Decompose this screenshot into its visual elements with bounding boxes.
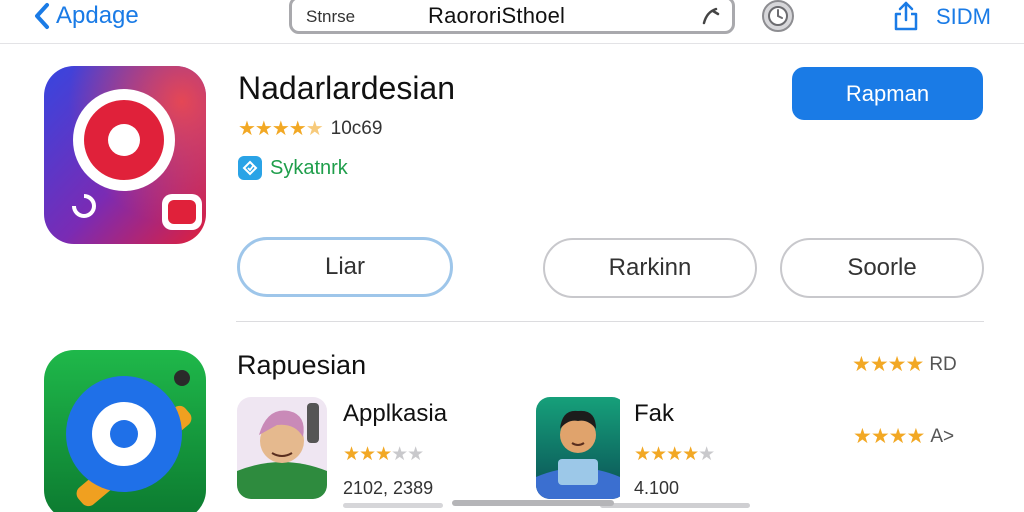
- app-title: Nadarlardesian: [238, 70, 456, 106]
- verified-icon: [238, 156, 262, 180]
- app-name[interactable]: Applkasia: [343, 400, 447, 428]
- tab-rarkinn[interactable]: Rarkinn: [543, 238, 757, 298]
- star-rating-icon: ★★★★: [852, 353, 924, 376]
- app-thumbnail[interactable]: [237, 397, 327, 499]
- section-rating-link[interactable]: ★★★★ RD: [852, 352, 957, 377]
- carousel-track: [343, 503, 443, 508]
- section-rating-link[interactable]: ★★★★ A>: [853, 424, 954, 449]
- search-field[interactable]: Stnrse RaororiSthoel: [289, 0, 735, 34]
- developer-name: Sykatnrk: [270, 156, 348, 179]
- history-icon[interactable]: [760, 0, 796, 34]
- carousel-scrollbar[interactable]: [452, 500, 614, 506]
- section-divider: [236, 321, 984, 322]
- back-button[interactable]: Apdage: [32, 2, 139, 30]
- developer-link[interactable]: Sykatnrk: [238, 156, 348, 180]
- tab-soorle[interactable]: Soorle: [780, 238, 984, 298]
- target-app-icon[interactable]: [44, 350, 206, 512]
- edit-icon[interactable]: [700, 5, 722, 27]
- carousel-track: [600, 503, 750, 508]
- back-label: Apdage: [56, 2, 139, 29]
- chevron-left-icon: [35, 3, 49, 29]
- star-rating-icon: ★★★★: [853, 425, 925, 448]
- sign-in-link[interactable]: SIDM: [936, 4, 991, 30]
- star-rating-icon: ★★★★★: [634, 444, 715, 465]
- tab-liar[interactable]: Liar: [237, 237, 453, 297]
- search-query: RaororiSthoel: [428, 3, 566, 28]
- app-rating: ★★★★★ 10c69: [238, 116, 382, 141]
- rating-more-label: RD: [929, 353, 957, 375]
- get-app-button[interactable]: Rapman: [792, 67, 983, 120]
- rating-count: 4.100: [634, 478, 680, 498]
- star-rating-icon: ★★★★★: [238, 118, 324, 140]
- app-thumbnail[interactable]: [536, 397, 626, 499]
- app-store-page: Apdage Stnrse RaororiSthoel SIDM Nadarla…: [0, 0, 1024, 512]
- rating-more-label: A>: [930, 425, 955, 447]
- star-rating-icon: ★★★★★: [343, 444, 424, 465]
- record-app-icon[interactable]: [44, 66, 206, 244]
- rating-count: 10c69: [330, 117, 383, 139]
- search-scope-label: Stnrse: [306, 7, 356, 26]
- share-icon[interactable]: [892, 0, 920, 32]
- top-navigation-bar: Apdage Stnrse RaororiSthoel SIDM: [0, 0, 1024, 44]
- rating-count: 2102, 2389: [343, 478, 434, 498]
- app-name[interactable]: Fak: [634, 400, 674, 428]
- section-title: Rapuesian: [237, 350, 367, 380]
